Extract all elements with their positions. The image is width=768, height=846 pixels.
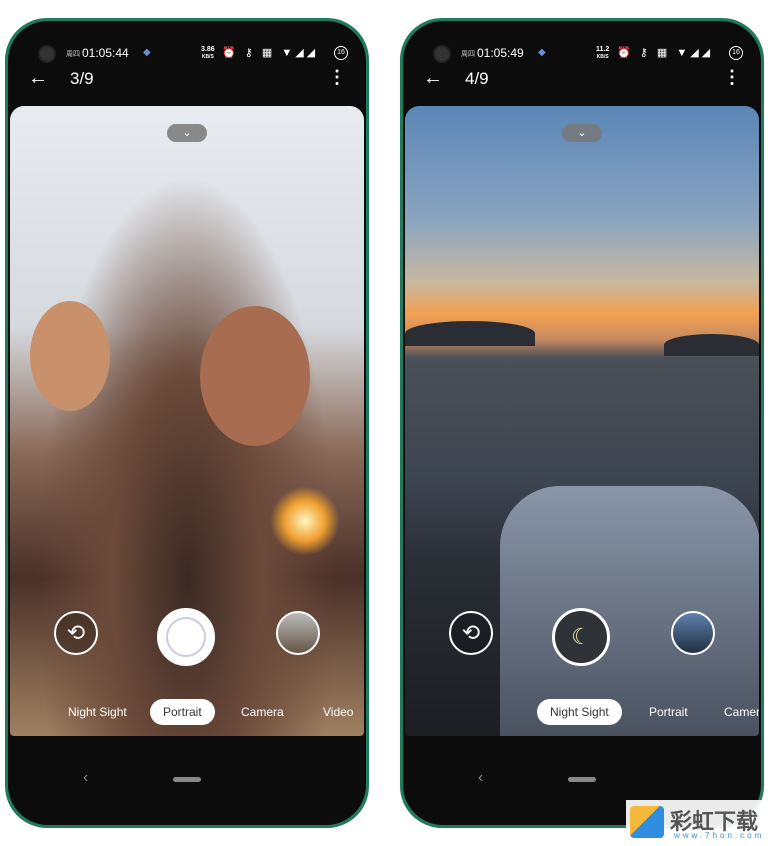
sparkler (270, 486, 340, 556)
mode-night-sight[interactable]: Night Sight (537, 699, 622, 725)
nav-back-icon[interactable]: ‹ (83, 769, 88, 787)
chevron-down-icon[interactable]: ⌄ (167, 124, 207, 142)
app-bar: ← 4/9 ⋮ (403, 67, 761, 97)
mode-night-sight[interactable]: Night Sight (55, 699, 140, 725)
watermark: 彩虹下载 www.7hon.com (626, 800, 768, 846)
status-bar: 周四 01:05:44 ◆ 3.86 KB/S ⏰ ⚷ ▦ ▼◢◢ 16 (8, 43, 366, 65)
net-speed: 11.2 KB/S (596, 46, 610, 60)
status-icons: ⏰ ⚷ ▦ ▼◢◢ (617, 47, 714, 59)
watermark-url: www.7hon.com (674, 831, 765, 840)
mode-selector: Night Sight Portrait Camera (405, 699, 759, 725)
mode-camera[interactable]: Camera (228, 699, 297, 725)
battery-icon: 16 (334, 46, 348, 60)
watermark-logo (630, 806, 664, 838)
app-bar: ← 3/9 ⋮ (8, 67, 366, 97)
mode-portrait[interactable]: Portrait (636, 699, 701, 725)
page-counter: 3/9 (70, 69, 94, 88)
mode-video[interactable]: Video (310, 699, 364, 725)
more-vert-icon[interactable]: ⋮ (328, 67, 346, 88)
notification-icon: ◆ (538, 47, 546, 58)
arrow-left-icon[interactable]: ← (28, 67, 48, 90)
moon-icon[interactable]: ☾ (552, 608, 610, 666)
person-face (30, 301, 110, 411)
status-bar: 周四 01:05:49 ◆ 11.2 KB/S ⏰ ⚷ ▦ ▼◢◢ 16 (403, 43, 761, 65)
camera-switch-icon[interactable]: ⟲ (449, 611, 493, 655)
nav-back-icon[interactable]: ‹ (478, 769, 483, 787)
phone-right: 周四 01:05:49 ◆ 11.2 KB/S ⏰ ⚷ ▦ ▼◢◢ 16 ← 4/… (400, 18, 764, 828)
island (664, 334, 759, 356)
sunset-photo: ⌄ ⟲ ☾ Night Sight Portrait Camera (405, 106, 759, 736)
mode-selector: Night Sight Portrait Camera Video (10, 699, 364, 725)
home-handle[interactable] (173, 777, 201, 782)
island (405, 321, 535, 346)
phone-left: 周四 01:05:44 ◆ 3.86 KB/S ⏰ ⚷ ▦ ▼◢◢ 16 ← 3/… (5, 18, 369, 828)
portrait-photo: ⌄ ⟲ Night Sight Portrait Camera Video (10, 106, 364, 736)
more-vert-icon[interactable]: ⋮ (723, 67, 741, 88)
status-icons: ⏰ ⚷ ▦ ▼◢◢ (222, 47, 319, 59)
gallery-thumbnail[interactable] (671, 611, 715, 655)
nav-bar: ‹ (403, 765, 761, 795)
gallery-thumbnail[interactable] (276, 611, 320, 655)
home-handle[interactable] (568, 777, 596, 782)
arrow-left-icon[interactable]: ← (423, 67, 443, 90)
net-speed: 3.86 KB/S (201, 46, 215, 60)
chevron-down-icon[interactable]: ⌄ (562, 124, 602, 142)
person-face (200, 306, 310, 446)
camera-switch-icon[interactable]: ⟲ (54, 611, 98, 655)
page-counter: 4/9 (465, 69, 489, 88)
front-camera (433, 45, 451, 63)
nav-bar: ‹ (8, 765, 366, 795)
clock: 01:05:44 (82, 46, 129, 60)
shutter-button[interactable] (157, 608, 215, 666)
clock: 01:05:49 (477, 46, 524, 60)
front-camera (38, 45, 56, 63)
weekday: 周四 (461, 51, 475, 58)
battery-icon: 16 (729, 46, 743, 60)
weekday: 周四 (66, 51, 80, 58)
notification-icon: ◆ (143, 47, 151, 58)
mode-camera[interactable]: Camera (711, 699, 759, 725)
mode-portrait[interactable]: Portrait (150, 699, 215, 725)
